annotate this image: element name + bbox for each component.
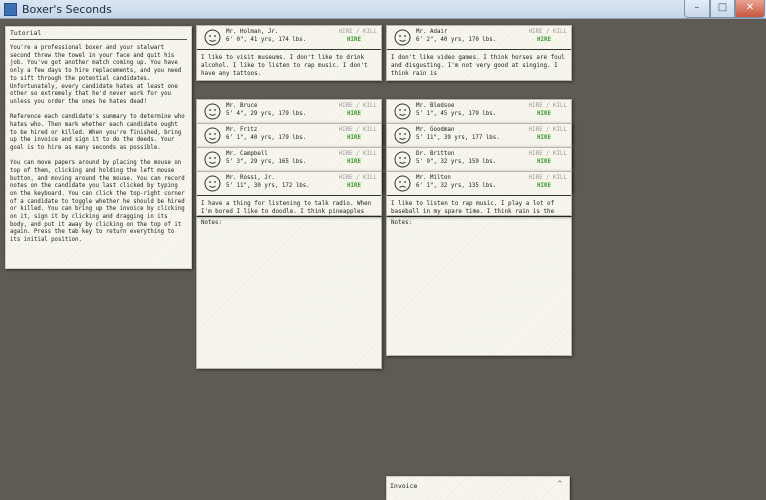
hire-kill-toggle[interactable]: HIRE / KILL	[339, 175, 377, 181]
candidate-name: Mr. Adair	[416, 29, 448, 35]
candidate-stats: 5' 11", 30 yrs, 172 lbs.	[226, 183, 310, 189]
candidate-name: Mr. Goodman	[416, 127, 455, 133]
window-titlebar[interactable]: Boxer's Seconds – □ ✕	[0, 0, 766, 19]
invoice-label: Invoice	[390, 482, 418, 490]
candidate-name: Mr. Rossi, Jr.	[226, 175, 275, 181]
candidate-name: Mr. Campbell	[226, 151, 268, 157]
face-icon	[204, 151, 221, 168]
hire-kill-toggle[interactable]: HIRE / KILL	[339, 127, 377, 133]
candidate-stats: 5' 3", 29 yrs, 165 lbs.	[226, 159, 307, 165]
candidate-name: Mr. Bruce	[226, 103, 258, 109]
candidate-name: Mr. Milton	[416, 175, 451, 181]
candidate-card[interactable]: Mr. Milton 6' 1", 32 yrs, 135 lbs. HIRE / …	[386, 171, 572, 216]
face-icon	[204, 103, 221, 120]
close-button[interactable]: ✕	[735, 0, 765, 18]
candidate-stats: 5' 4", 29 yrs, 179 lbs.	[226, 111, 307, 117]
candidate-stats: 6' 1", 40 yrs, 179 lbs.	[226, 135, 307, 141]
candidate-header[interactable]: Mr. Holman, Jr. 6' 0", 41 yrs, 174 lbs. HI…	[197, 26, 381, 50]
candidate-description: I don't like video games. I think horses…	[391, 55, 565, 77]
candidate-header[interactable]: Mr. Milton 6' 1", 32 yrs, 135 lbs. HIRE / …	[387, 172, 571, 196]
tutorial-paper[interactable]: Tutorial You're a professional boxer and…	[5, 26, 192, 269]
face-icon	[394, 175, 411, 192]
candidate-header[interactable]: Mr. Bruce 5' 4", 29 yrs, 179 lbs. HIRE / K…	[197, 100, 381, 124]
hire-status-badge: HIRE	[537, 183, 551, 189]
notes-area[interactable]: Notes:	[386, 216, 572, 356]
candidate-stats: 5' 1", 45 yrs, 179 lbs.	[416, 111, 497, 117]
candidate-name: Dr. Britton	[416, 151, 455, 157]
hire-kill-toggle[interactable]: HIRE / KILL	[529, 151, 567, 157]
candidate-stats: 6' 0", 41 yrs, 174 lbs.	[226, 37, 307, 43]
face-icon	[394, 151, 411, 168]
hire-status-badge: HIRE	[537, 37, 551, 43]
face-icon	[394, 29, 411, 46]
candidate-stack-right: Mr. Adair 6' 2", 40 yrs, 170 lbs. HIRE / K…	[386, 25, 572, 356]
hire-kill-toggle[interactable]: HIRE / KILL	[339, 29, 377, 35]
hire-status-badge: HIRE	[537, 111, 551, 117]
hire-status-badge: HIRE	[347, 183, 361, 189]
notes-area[interactable]: Notes:	[196, 216, 382, 369]
candidate-stats: 5' 11", 39 yrs, 177 lbs.	[416, 135, 500, 141]
app-icon	[4, 3, 17, 16]
notes-label: Notes:	[201, 220, 222, 226]
window-title: Boxer's Seconds	[22, 3, 112, 16]
hire-status-badge: HIRE	[537, 135, 551, 141]
candidate-header[interactable]: Mr. Campbell 5' 3", 29 yrs, 165 lbs. HIRE …	[197, 148, 381, 172]
hire-kill-toggle[interactable]: HIRE / KILL	[529, 29, 567, 35]
notes-label: Notes:	[391, 220, 412, 226]
candidate-header[interactable]: Mr. Bledsoe 5' 1", 45 yrs, 179 lbs. HIRE /…	[387, 100, 571, 124]
candidate-description: I like to listen to rap music. I play a …	[391, 201, 555, 215]
candidate-description: I have a thing for listening to talk rad…	[201, 201, 372, 215]
tutorial-paragraph: You're a professional boxer and your sta…	[10, 45, 182, 105]
candidate-card[interactable]: Mr. Holman, Jr. 6' 0", 41 yrs, 174 lbs. HI…	[196, 25, 382, 81]
candidate-stats: 6' 2", 40 yrs, 170 lbs.	[416, 37, 497, 43]
maximize-button[interactable]: □	[710, 0, 735, 18]
tutorial-paragraph: You can move papers around by placing th…	[10, 160, 185, 244]
hire-kill-toggle[interactable]: HIRE / KILL	[529, 127, 567, 133]
candidate-name: Mr. Bledsoe	[416, 103, 455, 109]
candidate-header[interactable]: Mr. Rossi, Jr. 5' 11", 30 yrs, 172 lbs. HI…	[197, 172, 381, 196]
hire-status-badge: HIRE	[347, 159, 361, 165]
hire-kill-toggle[interactable]: HIRE / KILL	[529, 175, 567, 181]
candidate-card[interactable]: Mr. Rossi, Jr. 5' 11", 30 yrs, 172 lbs. HI…	[196, 171, 382, 216]
candidate-header[interactable]: Mr. Adair 6' 2", 40 yrs, 170 lbs. HIRE / K…	[387, 26, 571, 50]
hire-status-badge: HIRE	[347, 111, 361, 117]
chevron-up-icon[interactable]: ^	[558, 480, 562, 488]
face-icon	[204, 127, 221, 144]
face-icon	[204, 175, 221, 192]
candidate-name: Mr. Holman, Jr.	[226, 29, 279, 35]
hire-kill-toggle[interactable]: HIRE / KILL	[339, 103, 377, 109]
candidate-name: Mr. Fritz	[226, 127, 258, 133]
invoice-paper[interactable]: Invoice ^	[386, 476, 570, 500]
candidate-header[interactable]: Dr. Britton 5' 9", 32 yrs, 159 lbs. HIRE /…	[387, 148, 571, 172]
hire-status-badge: HIRE	[537, 159, 551, 165]
hire-kill-toggle[interactable]: HIRE / KILL	[529, 103, 567, 109]
face-icon	[204, 29, 221, 46]
candidate-stats: 5' 9", 32 yrs, 159 lbs.	[416, 159, 497, 165]
tutorial-paragraph: Reference each candidate's summary to de…	[10, 114, 185, 151]
minimize-button[interactable]: –	[684, 0, 710, 18]
face-icon	[394, 127, 411, 144]
hire-status-badge: HIRE	[347, 135, 361, 141]
candidate-card[interactable]: Mr. Adair 6' 2", 40 yrs, 170 lbs. HIRE / K…	[386, 25, 572, 81]
candidate-header[interactable]: Mr. Fritz 6' 1", 40 yrs, 179 lbs. HIRE / K…	[197, 124, 381, 148]
candidate-stats: 6' 1", 32 yrs, 135 lbs.	[416, 183, 497, 189]
candidate-stack-left: Mr. Holman, Jr. 6' 0", 41 yrs, 174 lbs. HI…	[196, 25, 382, 369]
candidate-header[interactable]: Mr. Goodman 5' 11", 39 yrs, 177 lbs. HIRE …	[387, 124, 571, 148]
candidate-description: I like to visit museums. I don't like to…	[201, 55, 368, 77]
hire-status-badge: HIRE	[347, 37, 361, 43]
tutorial-heading: Tutorial	[10, 29, 187, 40]
face-icon	[394, 103, 411, 120]
hire-kill-toggle[interactable]: HIRE / KILL	[339, 151, 377, 157]
